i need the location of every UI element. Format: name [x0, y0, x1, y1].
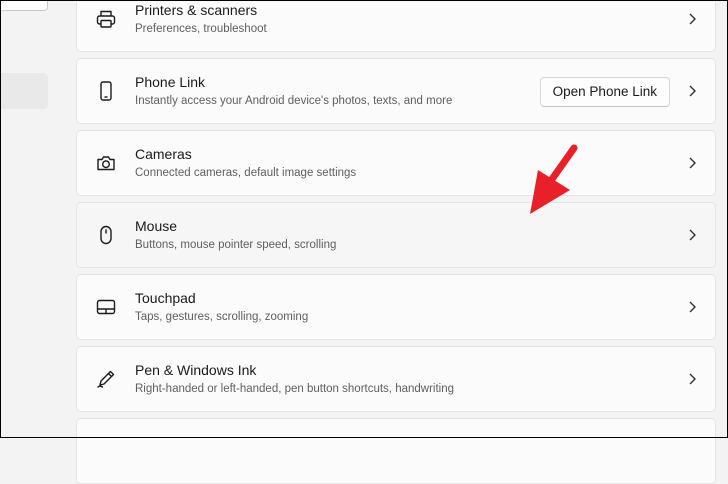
touchpad-description: Taps, gestures, scrolling, zooming	[135, 311, 309, 323]
pen-windows-ink-title: Pen & Windows Ink	[135, 362, 257, 378]
phone-link-description: Instantly access your Android device's p…	[135, 95, 453, 107]
open-phone-link-button[interactable]: Open Phone Link	[539, 77, 670, 107]
annotation-arrow	[530, 144, 578, 214]
next-settings-card[interactable]	[76, 418, 716, 484]
printer-icon	[95, 8, 117, 30]
printers-scanners-card[interactable]: Printers & scanners Preferences, trouble…	[76, 0, 716, 52]
pen-windows-ink-description: Right-handed or left-handed, pen button …	[135, 383, 455, 395]
sidebar-selected-item[interactable]	[0, 73, 48, 109]
printers-scanners-title: Printers & scanners	[135, 2, 258, 18]
chevron-right-icon	[687, 372, 697, 386]
camera-icon	[95, 152, 117, 174]
chevron-right-icon	[687, 156, 697, 170]
pen-windows-ink-card[interactable]: Pen & Windows Ink Right-handed or left-h…	[76, 346, 716, 412]
cameras-description: Connected cameras, default image setting…	[135, 167, 357, 179]
phone-link-card[interactable]: Phone Link Instantly access your Android…	[76, 58, 716, 124]
chevron-right-icon	[687, 84, 697, 98]
sidebar-search-box[interactable]	[0, 0, 48, 11]
cameras-card[interactable]: Cameras Connected cameras, default image…	[76, 130, 716, 196]
chevron-right-icon	[687, 300, 697, 314]
mouse-card[interactable]: Mouse Buttons, mouse pointer speed, scro…	[76, 202, 716, 268]
pen-icon	[95, 368, 117, 390]
touchpad-icon	[95, 296, 117, 318]
chevron-right-icon	[687, 12, 697, 26]
mouse-title: Mouse	[135, 218, 178, 234]
printers-scanners-description: Preferences, troubleshoot	[135, 23, 267, 35]
touchpad-card[interactable]: Touchpad Taps, gestures, scrolling, zoom…	[76, 274, 716, 340]
chevron-right-icon	[687, 228, 697, 242]
touchpad-title: Touchpad	[135, 290, 196, 306]
mouse-description: Buttons, mouse pointer speed, scrolling	[135, 239, 337, 251]
phone-link-title: Phone Link	[135, 74, 206, 90]
mouse-icon	[95, 224, 117, 246]
phone-icon	[95, 80, 117, 102]
cameras-title: Cameras	[135, 146, 192, 162]
